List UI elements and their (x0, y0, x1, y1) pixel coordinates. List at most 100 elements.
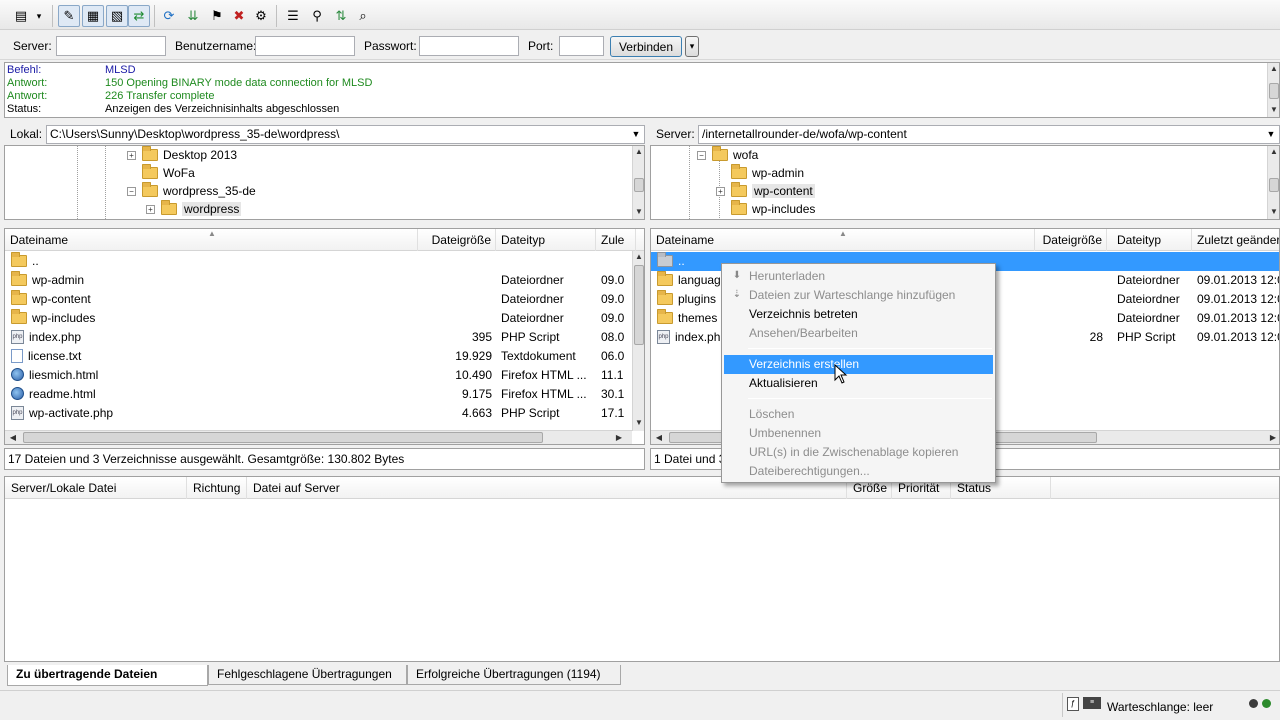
scroll-down-icon[interactable]: ▼ (1268, 104, 1279, 116)
scroll-left-icon[interactable]: ◀ (7, 432, 19, 444)
scroll-right-icon[interactable]: ▶ (1267, 432, 1279, 444)
queue-column-local[interactable]: Server/Lokale Datei (5, 477, 187, 499)
site-manager-dropdown-icon[interactable]: ▾ (32, 5, 46, 27)
column-filesize[interactable]: Dateigröße (1035, 229, 1107, 251)
file-row[interactable]: wp-admin Dateiordner 09.0 (5, 271, 632, 290)
remote-path-input[interactable]: /internetallrounder-de/wofa/wp-content ▼ (698, 125, 1280, 144)
cancel-operation-icon[interactable]: ⚑ (206, 5, 228, 27)
collapse-icon[interactable]: − (697, 150, 706, 160)
file-row[interactable]: wp-content Dateiordner 09.0 (5, 290, 632, 309)
file-name: language (678, 273, 728, 287)
file-size: 395 (471, 330, 492, 344)
file-row[interactable]: liesmich.html 10.490 Firefox HTML ... 11.1 (5, 366, 632, 385)
local-path-input[interactable]: C:\Users\Sunny\Desktop\wordpress_35-de\w… (46, 125, 645, 144)
scroll-down-icon[interactable]: ▼ (633, 417, 644, 429)
speed-limit-icon[interactable]: ƒ (1067, 697, 1079, 711)
local-tree-node-selected[interactable]: + wordpress (146, 200, 242, 218)
column-modified[interactable]: Zuletzt geändert (1192, 229, 1279, 251)
expand-icon[interactable]: + (716, 186, 725, 196)
server-input[interactable] (56, 36, 166, 56)
scroll-up-icon[interactable]: ▲ (633, 251, 644, 263)
file-type: PHP Script (1117, 330, 1176, 344)
remote-tree-node[interactable]: wp-includes (731, 200, 815, 218)
toggle-local-tree-icon[interactable]: ▦ (82, 5, 104, 27)
filter-icon[interactable]: ☰ (282, 5, 304, 27)
column-filetype[interactable]: Dateityp (496, 229, 596, 251)
file-row[interactable]: php index.php 395 PHP Script 08.0 (5, 328, 632, 347)
menu-item-ansehen-bearbeiten[interactable]: Ansehen/Bearbeiten (724, 324, 993, 343)
column-filetype[interactable]: Dateityp (1112, 229, 1192, 251)
remote-tree-node[interactable]: wp-admin (731, 164, 804, 182)
queue-column-direction[interactable]: Richtung (187, 477, 247, 499)
scroll-right-icon[interactable]: ▶ (613, 432, 625, 444)
process-queue-icon[interactable]: ⇊ (182, 5, 204, 27)
menu-item-aktualisieren[interactable]: Aktualisieren (724, 374, 993, 393)
local-list-vscroll[interactable]: ▲ ▼ (632, 251, 644, 431)
menu-item-löschen[interactable]: Löschen (724, 405, 993, 424)
expand-icon[interactable]: + (127, 150, 136, 160)
menu-item-verzeichnis-betreten[interactable]: Verzeichnis betreten (724, 305, 993, 324)
scroll-up-icon[interactable]: ▲ (1268, 146, 1279, 158)
chevron-down-icon[interactable]: ▼ (628, 126, 644, 143)
port-input[interactable] (559, 36, 604, 56)
collapse-icon[interactable]: − (127, 186, 136, 196)
file-name: index.php (29, 330, 82, 344)
tab-successful-transfers[interactable]: Erfolgreiche Übertragungen (1194) (407, 665, 621, 685)
site-manager-icon[interactable]: ▤ (10, 5, 32, 27)
remote-tree-node-selected[interactable]: + wp-content (716, 182, 815, 200)
menu-item-dateiberechtigungen[interactable]: Dateiberechtigungen... (724, 462, 993, 481)
connect-dropdown-icon[interactable]: ▾ (685, 36, 699, 57)
remote-tree-scrollbar[interactable]: ▲ ▼ (1267, 146, 1279, 219)
menu-item-dateien-zur-warteschlange-hinzufügen[interactable]: ⇣ Dateien zur Warteschlange hinzufügen (724, 286, 993, 305)
file-name: .. (678, 254, 685, 268)
tab-queued-files[interactable]: Zu übertragende Dateien (7, 665, 208, 686)
search-icon[interactable]: ⌕ (352, 5, 374, 27)
menu-item-url-s-in-die-zwischenablage-kopieren[interactable]: URL(s) in die Zwischenablage kopieren (724, 443, 993, 462)
log-key: Status: (7, 103, 42, 115)
column-modified[interactable]: Zule (596, 229, 636, 251)
password-input[interactable] (419, 36, 519, 56)
toggle-queue-icon[interactable]: ⇄ (128, 5, 150, 27)
menu-item-umbenennen[interactable]: Umbenennen (724, 424, 993, 443)
scroll-up-icon[interactable]: ▲ (1268, 63, 1279, 75)
expand-icon[interactable]: + (146, 204, 155, 214)
local-tree-node[interactable]: + Desktop 2013 (127, 146, 237, 164)
local-tree-scrollbar[interactable]: ▲ ▼ (632, 146, 644, 219)
sync-browsing-icon[interactable]: ⇅ (330, 5, 352, 27)
tree-node-label: wordpress (182, 202, 242, 216)
file-row[interactable]: readme.html 9.175 Firefox HTML ... 30.1 (5, 385, 632, 404)
file-row[interactable]: php wp-activate.php 4.663 PHP Script 17.1 (5, 404, 632, 423)
menu-item-herunterladen[interactable]: ⬇ Herunterladen (724, 267, 993, 286)
username-input[interactable] (255, 36, 355, 56)
menu-item-verzeichnis-erstellen[interactable]: Verzeichnis erstellen (724, 355, 993, 374)
file-modified: 09.0 (601, 311, 625, 325)
refresh-icon[interactable]: ⟳ (158, 5, 180, 27)
toggle-remote-tree-icon[interactable]: ▧ (106, 5, 128, 27)
context-menu: ⬇ Herunterladen ⇣ Dateien zur Warteschlange… (721, 263, 996, 483)
remote-tree-node[interactable]: − wofa (697, 146, 758, 164)
connect-button[interactable]: Verbinden (610, 36, 682, 57)
file-name: .. (32, 254, 39, 268)
compare-dirs-icon[interactable]: ⚲ (306, 5, 328, 27)
tab-failed-transfers[interactable]: Fehlgeschlagene Übertragungen (208, 665, 407, 685)
log-scrollbar[interactable]: ▲ ▼ (1267, 63, 1279, 117)
scroll-up-icon[interactable]: ▲ (633, 146, 644, 158)
local-tree-node[interactable]: WoFa (142, 164, 195, 182)
reconnect-icon[interactable]: ⚙ (250, 5, 272, 27)
binary-mode-icon[interactable]: ≡ (1083, 697, 1101, 709)
column-filesize[interactable]: Dateigröße (418, 229, 496, 251)
file-row[interactable]: license.txt 19.929 Textdokument 06.0 (5, 347, 632, 366)
scroll-left-icon[interactable]: ◀ (653, 432, 665, 444)
file-row[interactable]: .. (5, 252, 632, 271)
remote-path-bar: Server: /internetallrounder-de/wofa/wp-c… (650, 124, 1280, 144)
toggle-log-icon[interactable]: ✎ (58, 5, 80, 27)
scroll-down-icon[interactable]: ▼ (1268, 206, 1279, 218)
tree-node-label: WoFa (163, 166, 195, 180)
chevron-down-icon[interactable]: ▼ (1263, 126, 1279, 143)
disconnect-icon[interactable]: ✖ (228, 5, 250, 27)
local-tree-node[interactable]: − wordpress_35-de (127, 182, 256, 200)
local-list-hscroll[interactable]: ◀ ▶ (5, 430, 632, 444)
scroll-down-icon[interactable]: ▼ (633, 206, 644, 218)
local-file-list: Dateiname ▲ Dateigröße Dateityp Zule .. w… (4, 228, 645, 445)
file-row[interactable]: wp-includes Dateiordner 09.0 (5, 309, 632, 328)
